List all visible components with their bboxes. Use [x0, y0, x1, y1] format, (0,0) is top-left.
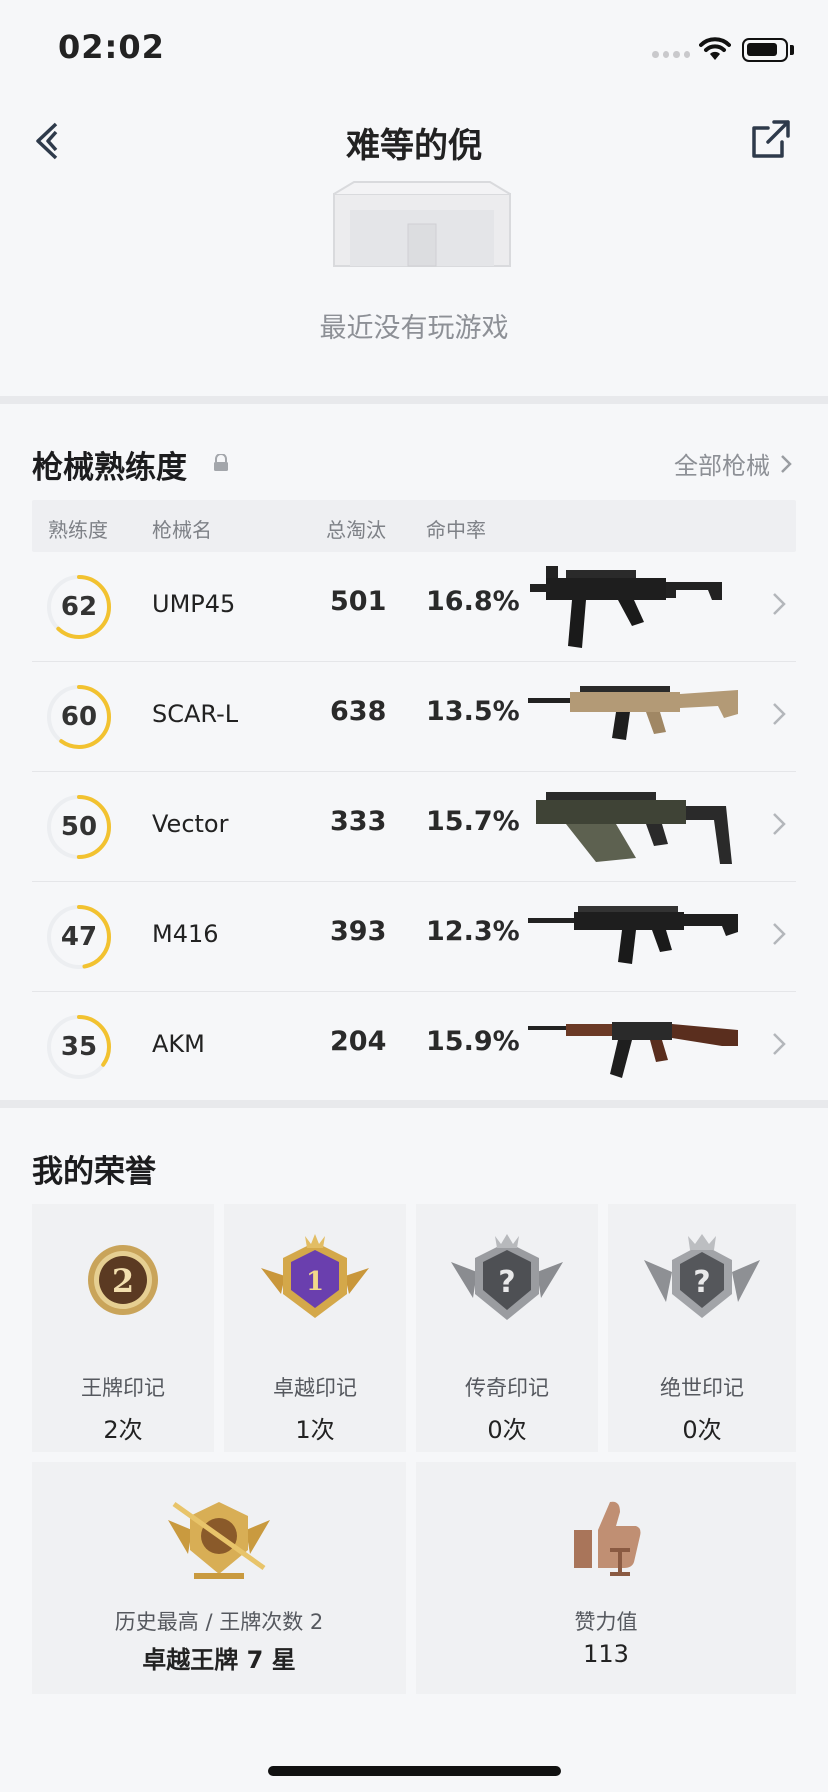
- badge-count: 2次: [103, 1416, 143, 1444]
- gun-name: M416: [152, 920, 219, 948]
- mastery-level: 35: [60, 1032, 98, 1062]
- chevron-right-icon: [773, 703, 786, 725]
- share-icon[interactable]: [748, 116, 794, 162]
- cellular-signal-icon: [652, 48, 690, 60]
- gun-kills: 393: [330, 916, 387, 947]
- weapon-row-akm[interactable]: 35 AKM 204 15.9%: [32, 992, 796, 1102]
- ace-crest-icon: [168, 1501, 270, 1579]
- legend-badge-icon: ?: [451, 1234, 563, 1320]
- column-header-kills: 总淘汰: [326, 518, 386, 542]
- svg-text:?: ?: [693, 1265, 710, 1300]
- gun-name: SCAR-L: [152, 700, 239, 728]
- mastery-level: 47: [60, 922, 98, 952]
- home-indicator[interactable]: [268, 1766, 561, 1776]
- highest-rank-value: 卓越王牌 7 星: [142, 1646, 296, 1674]
- thumbs-up-icon: [574, 1501, 641, 1576]
- all-weapons-link[interactable]: 全部枪械: [674, 446, 792, 481]
- mastery-level: 62: [60, 592, 98, 622]
- mastery-level: 50: [60, 812, 98, 842]
- chevron-right-icon: [773, 593, 786, 615]
- likes-card[interactable]: 赞力值 113: [416, 1462, 796, 1694]
- weapons-section-title: 枪械熟练度: [32, 450, 187, 486]
- badge-count: 0次: [487, 1416, 527, 1444]
- excellence-badge-icon: 1: [261, 1234, 369, 1318]
- highest-rank-label: 历史最高 / 王牌次数 2: [114, 1610, 324, 1634]
- chevron-right-icon: [773, 923, 786, 945]
- gun-accuracy: 16.8%: [426, 586, 520, 617]
- status-time: 02:02: [58, 28, 165, 66]
- weapons-table-header: 熟练度 枪械名 总淘汰 命中率: [32, 500, 796, 552]
- weapon-row-scar-l[interactable]: 60 SCAR-L 638 13.5%: [32, 662, 796, 772]
- gun-accuracy: 15.9%: [426, 1026, 520, 1057]
- gun-kills: 638: [330, 696, 387, 727]
- section-divider: [0, 1100, 828, 1108]
- empty-state-text: 最近没有玩游戏: [319, 313, 509, 344]
- gun-accuracy: 13.5%: [426, 696, 520, 727]
- chevron-right-icon: [781, 454, 792, 473]
- weapon-row-vector[interactable]: 50 Vector 333 15.7%: [32, 772, 796, 882]
- honors-section-title: 我的荣誉: [32, 1154, 156, 1190]
- badge-label: 绝世印记: [660, 1376, 744, 1400]
- gun-accuracy: 15.7%: [426, 806, 520, 837]
- badge-label: 王牌印记: [81, 1376, 165, 1400]
- ace-badge-card[interactable]: 2 王牌印记 2次: [32, 1204, 214, 1452]
- badge-label: 卓越印记: [273, 1376, 357, 1400]
- section-divider: [0, 396, 828, 404]
- lock-icon[interactable]: [212, 454, 230, 472]
- peerless-badge-card[interactable]: ? 绝世印记 0次: [608, 1204, 796, 1452]
- svg-text:?: ?: [498, 1265, 515, 1300]
- gun-kills: 501: [330, 586, 387, 617]
- badge-label: 传奇印记: [465, 1376, 549, 1400]
- ace-badge-icon: 2: [88, 1245, 158, 1315]
- gun-kills: 333: [330, 806, 387, 837]
- excellence-badge-card[interactable]: 1 卓越印记 1次: [224, 1204, 406, 1452]
- gun-accuracy: 12.3%: [426, 916, 520, 947]
- column-header-accuracy: 命中率: [426, 518, 486, 542]
- svg-text:1: 1: [306, 1267, 324, 1297]
- akm-gun-image: [528, 1022, 738, 1078]
- column-header-gun-name: 枪械名: [152, 518, 212, 542]
- svg-text:2: 2: [112, 1262, 134, 1300]
- badge-count: 1次: [295, 1416, 335, 1444]
- ump45-gun-image: [530, 566, 722, 648]
- legend-badge-card[interactable]: ? 传奇印记 0次: [416, 1204, 598, 1452]
- weapon-row-ump45[interactable]: 62 UMP45 501 16.8%: [32, 552, 796, 662]
- gun-name: Vector: [152, 810, 229, 838]
- empty-box-icon: [333, 181, 511, 267]
- all-weapons-label: 全部枪械: [674, 452, 770, 480]
- page-title: 难等的倪: [346, 126, 482, 166]
- column-header-mastery: 熟练度: [48, 518, 108, 542]
- status-bar: 02:02: [0, 0, 828, 96]
- highest-rank-card[interactable]: 历史最高 / 王牌次数 2 卓越王牌 7 星: [32, 1462, 406, 1694]
- chevron-right-icon: [773, 1033, 786, 1055]
- nav-bar: 难等的倪: [0, 96, 828, 186]
- peerless-badge-icon: ?: [644, 1234, 760, 1318]
- vector-gun-image: [536, 792, 732, 864]
- gun-kills: 204: [330, 1026, 387, 1057]
- weapon-row-m416[interactable]: 47 M416 393 12.3%: [32, 882, 796, 992]
- likes-label: 赞力值: [574, 1610, 638, 1634]
- wifi-icon: [699, 37, 731, 60]
- m416-gun-image: [528, 906, 738, 964]
- chevron-right-icon: [773, 813, 786, 835]
- gun-name: UMP45: [152, 590, 236, 618]
- likes-value: 113: [583, 1640, 629, 1668]
- battery-icon: [742, 38, 788, 62]
- badge-count: 0次: [682, 1416, 722, 1444]
- scar-l-gun-image: [528, 686, 738, 740]
- mastery-level: 60: [60, 702, 98, 732]
- gun-name: AKM: [152, 1030, 205, 1058]
